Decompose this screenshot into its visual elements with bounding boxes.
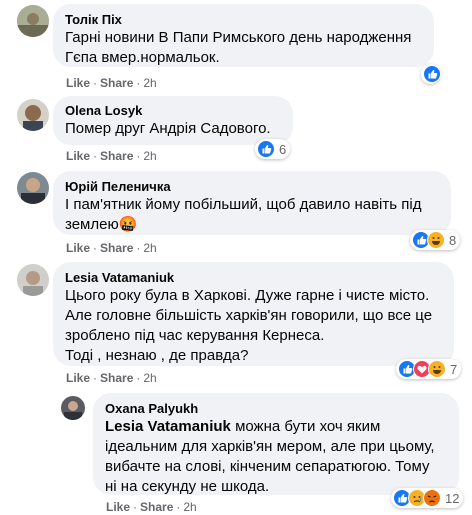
comment-text: Lesia Vatamaniuk можна бути хоч яким іде…	[105, 417, 447, 497]
angry-icon	[423, 489, 441, 507]
reply-item: Oxana Palyukh Lesia Vatamaniuk можна бут…	[0, 0, 472, 515]
share-button[interactable]: Share	[140, 500, 173, 514]
comment-actions: Like · Share · 2h	[106, 500, 197, 514]
mention-link[interactable]: Lesia Vatamaniuk	[105, 418, 231, 435]
comment-author[interactable]: Oxana Palyukh	[105, 401, 447, 417]
reaction-summary[interactable]: 12	[391, 488, 464, 508]
reaction-count: 12	[445, 490, 460, 506]
avatar[interactable]	[61, 396, 85, 420]
like-button[interactable]: Like	[106, 500, 130, 514]
timestamp[interactable]: 2h	[183, 500, 196, 514]
comment-bubble: Oxana Palyukh Lesia Vatamaniuk можна бут…	[93, 393, 459, 495]
